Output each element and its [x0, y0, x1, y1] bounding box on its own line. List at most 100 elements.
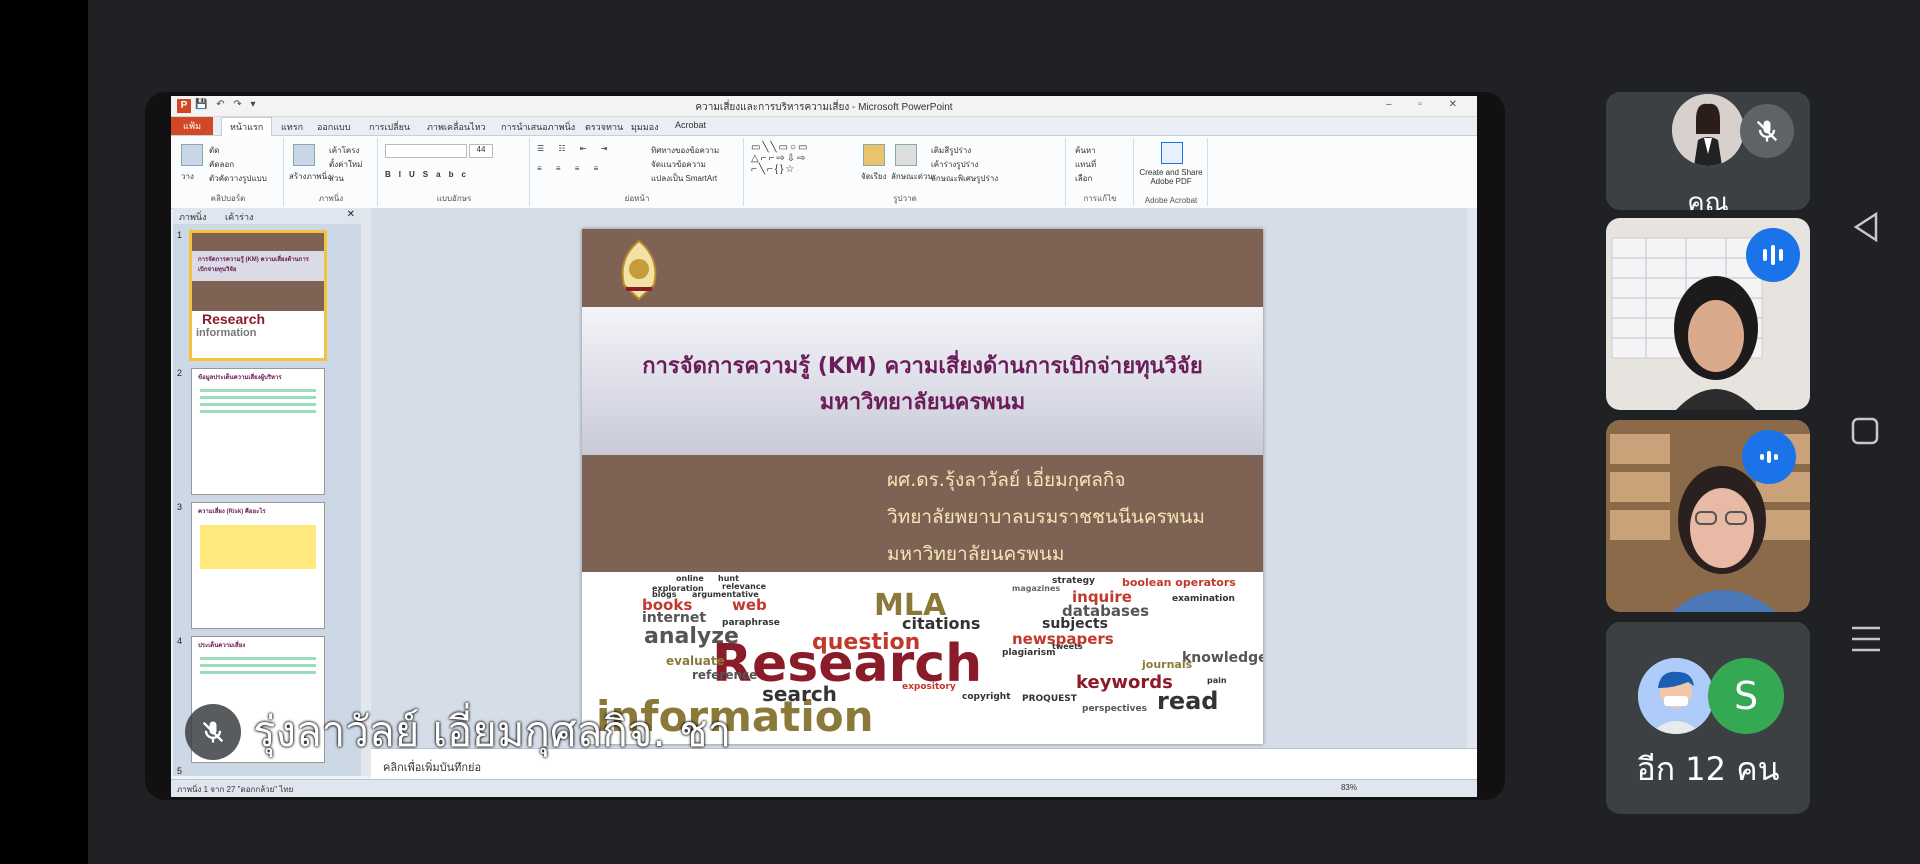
font-name-box[interactable]: [385, 144, 467, 158]
group-font: 44 BIUSabc แบบอักษร: [379, 138, 530, 206]
quick-styles-icon[interactable]: [895, 144, 917, 166]
participant-avatar: [1672, 94, 1744, 166]
window-title: ความเสี่ยงและการบริหารความเสี่ยง - Micro…: [695, 102, 953, 113]
tab-animations[interactable]: ภาพเคลื่อนไหว: [427, 120, 486, 134]
paste-button[interactable]: วาง: [181, 170, 194, 183]
thumbnail-slide-2[interactable]: ข้อมูลประเด็นความเสี่ยงผู้บริหาร: [191, 368, 325, 495]
caption-speaker-name: รุ่งลาวัลย์ เอี่ยมกุศลกิจ. ชา: [253, 707, 732, 756]
tab-outline-pane[interactable]: เค้าร่าง: [225, 210, 253, 224]
thumbnail-slide-3[interactable]: ความเสี่ยง (Risk) คืออะไร: [191, 502, 325, 629]
menu-icon[interactable]: [1850, 624, 1882, 654]
close-icon[interactable]: ✕: [347, 209, 355, 220]
format-painter-button[interactable]: ตัวคัดวางรูปแบบ: [209, 172, 267, 185]
thumb-line: [200, 389, 316, 392]
font-size-box[interactable]: 44: [469, 144, 493, 158]
list-buttons[interactable]: ☰ ☷ ⇤ ⇥: [537, 144, 613, 153]
word-boolean-operators: boolean operators: [1122, 576, 1236, 589]
word-strategy: strategy: [1052, 576, 1095, 586]
word-plagiarism: plagiarism: [1002, 648, 1056, 658]
word-inquire: inquire: [1072, 588, 1132, 606]
speaking-indicator-icon: [1742, 430, 1796, 484]
tab-transitions[interactable]: การเปลี่ยน: [369, 120, 410, 134]
tab-view[interactable]: มุมมอง: [631, 120, 659, 134]
group-clipboard: วาง ตัด คัดลอก ตัวคัดวางรูปแบบ คลิปบอร์ด: [173, 138, 284, 206]
thumbnail-number: 2: [177, 368, 183, 378]
new-slide-button[interactable]: สร้างภาพนิ่ง: [289, 170, 331, 183]
mic-muted-icon: [1740, 104, 1794, 158]
font-format-buttons[interactable]: BIUSabc: [385, 170, 474, 179]
paragraph-group-label: ย่อหน้า: [624, 194, 650, 203]
thumb-information-word: information: [196, 327, 257, 339]
create-pdf-button[interactable]: Create and Share Adobe PDF: [1137, 168, 1205, 186]
tab-review[interactable]: ตรวจทาน: [585, 120, 623, 134]
slide-header-band: [582, 229, 1263, 307]
copy-button[interactable]: คัดลอก: [209, 158, 234, 171]
author-college: วิทยาลัยพยาบาลบรมราชชนนีนครพนม: [887, 506, 1205, 528]
find-button[interactable]: ค้นหา: [1075, 144, 1096, 157]
tab-acrobat[interactable]: Acrobat: [675, 120, 706, 130]
tab-home[interactable]: หน้าแรก: [221, 117, 273, 136]
word-evaluate: evaluate: [666, 654, 725, 668]
slide-title: การจัดการความรู้ (KM) ความเสี่ยงด้านการเ…: [582, 349, 1263, 421]
slide-counter: ภาพนิ่ง 1 จาก 27 "ดอกกล้วย" ไทย: [177, 785, 294, 794]
thumbnail-slide-1[interactable]: การจัดการความรู้ (KM) ความเสี่ยงด้านการเ…: [189, 230, 327, 361]
arrange-icon[interactable]: [863, 144, 885, 166]
editing-group-label: การแก้ไข: [1083, 194, 1117, 203]
smartart-button[interactable]: แปลงเป็น SmartArt: [651, 172, 717, 185]
tab-insert[interactable]: แทรก: [281, 120, 303, 134]
arrange-button[interactable]: จัดเรียง: [861, 170, 887, 183]
layout-button[interactable]: เค้าโครง: [329, 144, 359, 157]
thumb-header: [192, 233, 324, 251]
tab-design[interactable]: ออกแบบ: [317, 120, 351, 134]
clipboard-group-label: คลิปบอร์ด: [210, 194, 246, 203]
thumb-title: ข้อมูลประเด็นความเสี่ยงผู้บริหาร: [198, 375, 282, 381]
select-button[interactable]: เลือก: [1075, 172, 1092, 185]
group-drawing: ▭╲╲▭○▭ △⌐⌐⇨⇩⇨ ⌐╲⌐{}☆ จัดเรียง ลักษณะด่วน เ…: [745, 138, 1066, 206]
speaking-indicator-icon: [1746, 228, 1800, 282]
thumb-line: [200, 657, 316, 660]
editor-scrollbar[interactable]: [1467, 208, 1477, 748]
text-direction-button[interactable]: ทิศทางของข้อความ: [651, 144, 719, 157]
cut-button[interactable]: ตัด: [209, 144, 219, 157]
shapes-gallery[interactable]: ▭╲╲▭○▭ △⌐⌐⇨⇩⇨ ⌐╲⌐{}☆: [751, 142, 809, 175]
more-participants-tile[interactable]: S อีก 12 คน: [1606, 622, 1810, 814]
home-square-icon[interactable]: [1850, 416, 1880, 446]
slide-author-band: ผศ.ดร.รุ้งลาวัลย์ เอี่ยมกุศลกิจ วิทยาลัย…: [582, 455, 1263, 572]
zoom-level[interactable]: 83%: [1341, 783, 1357, 792]
pane-scrollbar[interactable]: [361, 208, 371, 776]
replace-button[interactable]: แทนที่: [1075, 158, 1096, 171]
quick-styles-button[interactable]: ลักษณะด่วน: [891, 170, 933, 183]
back-icon[interactable]: [1850, 210, 1884, 244]
paste-icon[interactable]: [181, 144, 203, 166]
participant-avatar: [1638, 658, 1714, 734]
participant-video-tile[interactable]: [1606, 420, 1810, 612]
slide-title-line1: การจัดการความรู้ (KM) ความเสี่ยงด้านการเ…: [642, 354, 1203, 379]
slide-author-block: ผศ.ดร.รุ้งลาวัลย์ เอี่ยมกุศลกิจ วิทยาลัย…: [887, 462, 1205, 573]
align-buttons[interactable]: ≡ ≡ ≡ ≡: [537, 164, 604, 173]
system-navigation-bar: [1820, 0, 1920, 864]
section-button[interactable]: ส่วน: [329, 172, 344, 185]
author-name: ผศ.ดร.รุ้งลาวัลย์ เอี่ยมกุศลกิจ: [887, 469, 1126, 491]
participant-tile[interactable]: คุณ: [1606, 92, 1810, 210]
tab-file[interactable]: แฟ้ม: [171, 117, 214, 135]
word-journals: journals: [1142, 658, 1193, 671]
tab-slideshow[interactable]: การนำเสนอภาพนิ่ง: [501, 120, 575, 134]
reset-button[interactable]: ตั้งค่าใหม่: [329, 158, 362, 171]
thumbnail-number: 1: [177, 230, 183, 240]
word-pain: pain: [1207, 676, 1227, 685]
new-slide-icon[interactable]: [293, 144, 315, 166]
presentation-stage[interactable]: P 💾 ↶ ↷ ▾ ความเสี่ยงและการบริหารความเสี่…: [145, 92, 1505, 800]
shape-outline-button[interactable]: เค้าร่างรูปร่าง: [931, 158, 978, 171]
shape-fill-button[interactable]: เติมสีรูปร่าง: [931, 144, 971, 157]
word-search: search: [762, 682, 837, 706]
tab-slides-pane[interactable]: ภาพนิ่ง: [179, 210, 206, 224]
current-slide[interactable]: การจัดการความรู้ (KM) ความเสี่ยงด้านการเ…: [582, 229, 1263, 744]
powerpoint-window: P 💾 ↶ ↷ ▾ ความเสี่ยงและการบริหารความเสี่…: [171, 96, 1477, 797]
pdf-icon[interactable]: [1161, 142, 1183, 164]
window-controls[interactable]: – ▫ ✕: [1386, 99, 1469, 110]
participant-video-tile[interactable]: [1606, 218, 1810, 410]
shape-effects-button[interactable]: ลักษณะพิเศษรูปร่าง: [931, 172, 998, 185]
align-text-button[interactable]: จัดแนวข้อความ: [651, 158, 706, 171]
word-internet: internet: [642, 610, 707, 626]
word-keywords: keywords: [1076, 672, 1173, 693]
